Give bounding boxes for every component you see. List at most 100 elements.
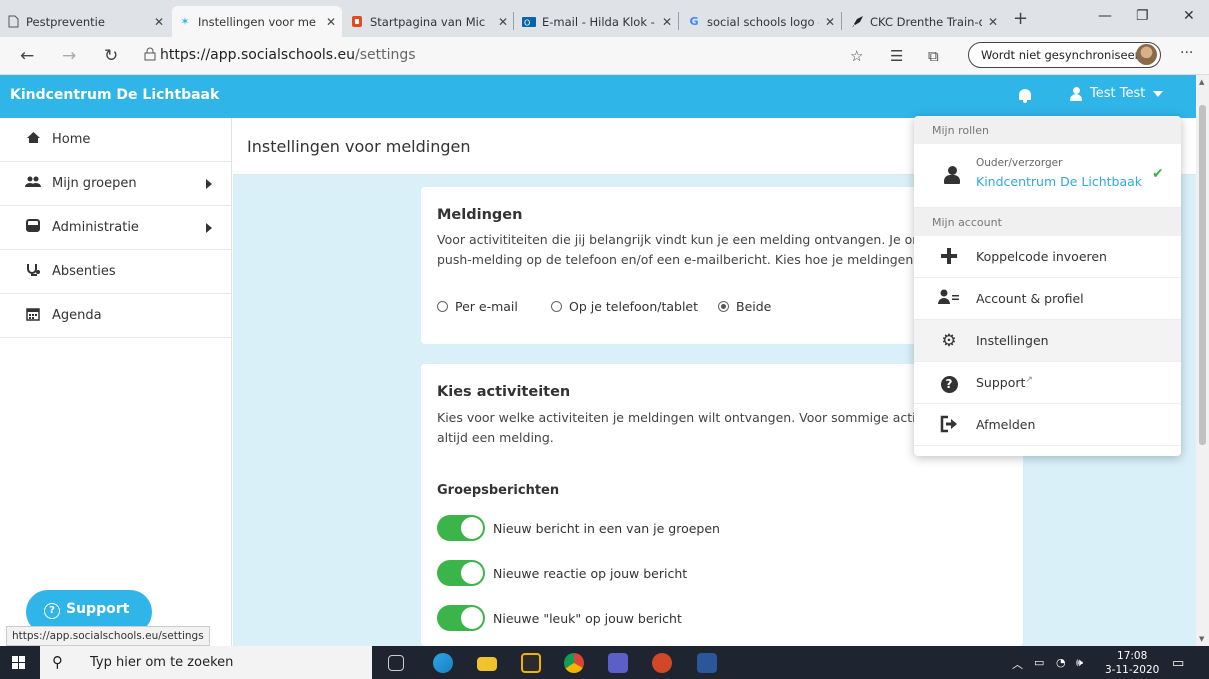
sidebar-item-absenties[interactable]: Absenties: [0, 250, 231, 294]
edge-icon[interactable]: [433, 653, 453, 673]
sidebar-item-label: Home: [52, 132, 91, 147]
task-view-icon[interactable]: [388, 655, 404, 671]
plus-icon: [938, 247, 960, 267]
menu-item-koppelcode[interactable]: Koppelcode invoeren: [914, 236, 1181, 278]
word-icon[interactable]: [697, 653, 717, 673]
radio-label: Beide: [736, 299, 772, 314]
more-menu-icon[interactable]: ···: [1180, 45, 1193, 61]
powerpoint-icon[interactable]: [652, 653, 672, 673]
menu-item-label: Instellingen: [976, 333, 1049, 348]
favorites-list-icon[interactable]: ☰: [890, 47, 903, 65]
question-circle-icon: ?: [938, 373, 960, 393]
restore-button[interactable]: ❐: [1136, 8, 1149, 24]
taskbar-clock[interactable]: 17:08 3-11-2020: [1105, 649, 1159, 677]
bell-icon[interactable]: [1018, 87, 1032, 103]
profile-sync-button[interactable]: Wordt niet gesynchroniseerd: [968, 42, 1161, 68]
toggle-row-nieuw-bericht: Nieuw bericht in een van je groepen: [437, 515, 720, 541]
taskbar-search-input[interactable]: ⚲ Typ hier om te zoeken: [40, 646, 372, 679]
google-icon: G: [689, 15, 699, 28]
user-menu-toggle[interactable]: Test Test: [1070, 86, 1164, 101]
close-window-button[interactable]: ✕: [1183, 8, 1195, 24]
sidebar-item-mijn-groepen[interactable]: Mijn groepen: [0, 162, 231, 206]
toggle-switch[interactable]: [437, 515, 485, 541]
browser-tab-strip: Pestpreventie ✕ ✶ Instellingen voor me ✕…: [0, 0, 1209, 37]
store-icon[interactable]: [521, 653, 541, 673]
close-icon[interactable]: ✕: [154, 15, 164, 29]
page-icon: [6, 15, 20, 29]
user-name: Test Test: [1090, 86, 1146, 101]
toggle-label: Nieuw bericht in een van je groepen: [493, 520, 720, 536]
new-tab-button[interactable]: +: [1013, 8, 1028, 29]
role-item[interactable]: Ouder/verzorger Kindcentrum De Lichtbaak…: [914, 144, 1181, 208]
menu-item-label: Koppelcode invoeren: [976, 249, 1107, 264]
sidebar-item-home[interactable]: Home: [0, 118, 231, 162]
close-icon[interactable]: ✕: [988, 15, 998, 29]
volume-icon[interactable]: 🕪: [1076, 656, 1083, 670]
tab-ckc[interactable]: CKC Drenthe Train-d ✕: [844, 6, 1004, 37]
wifi-icon[interactable]: ◔: [1056, 656, 1066, 669]
tray-chevron-icon[interactable]: ︿: [1012, 656, 1023, 672]
home-icon: [24, 131, 42, 148]
radio-beide[interactable]: Beide: [718, 299, 771, 314]
sidebar-item-agenda[interactable]: Agenda: [0, 294, 231, 338]
collections-icon[interactable]: ⧉: [928, 47, 939, 65]
scroll-down-icon[interactable]: ▼: [1199, 635, 1204, 643]
favorite-star-icon[interactable]: ☆: [850, 47, 863, 65]
close-icon[interactable]: ✕: [825, 15, 835, 29]
notifications-icon[interactable]: ▭: [1172, 656, 1184, 671]
stethoscope-icon: [24, 263, 42, 281]
menu-item-support[interactable]: ? Support↗: [914, 362, 1181, 404]
office-icon: [350, 15, 364, 29]
file-explorer-icon[interactable]: [477, 657, 497, 671]
scroll-thumb[interactable]: [1199, 105, 1206, 445]
menu-item-instellingen[interactable]: ⚙ Instellingen: [914, 320, 1181, 362]
close-icon[interactable]: ✕: [662, 15, 672, 29]
url-input[interactable]: https://app.socialschools.eu/settings: [160, 47, 416, 63]
activiteiten-description-line2: altijd een melding.: [437, 430, 554, 445]
scroll-up-icon[interactable]: ▲: [1199, 78, 1204, 86]
tab-email[interactable]: O E-mail - Hilda Klok - ✕: [516, 6, 678, 37]
tab-pestpreventie[interactable]: Pestpreventie ✕: [0, 6, 170, 37]
refresh-icon[interactable]: ↻: [104, 46, 118, 66]
url-host: https://app.socialschools.eu: [160, 47, 356, 63]
back-arrow-icon[interactable]: ←: [20, 46, 34, 66]
windows-start-icon[interactable]: [12, 656, 26, 670]
external-link-icon: ↗: [1025, 375, 1033, 385]
lock-icon: [144, 47, 156, 65]
role-school: Kindcentrum De Lichtbaak: [976, 174, 1143, 189]
sidebar: Home Mijn groepen Administratie Absentie…: [0, 118, 232, 646]
radio-telefoon[interactable]: Op je telefoon/tablet: [551, 299, 698, 314]
menu-item-account-profiel[interactable]: Account & profiel: [914, 278, 1181, 320]
chrome-icon[interactable]: [564, 653, 584, 673]
url-path: /settings: [355, 47, 416, 63]
tab-google[interactable]: G social schools logo - ✕: [681, 6, 841, 37]
clock-date: 3-11-2020: [1105, 664, 1160, 676]
battery-icon[interactable]: ▭: [1034, 656, 1044, 669]
close-icon[interactable]: ✕: [326, 15, 336, 29]
sidebar-item-administratie[interactable]: Administratie: [0, 206, 231, 250]
tab-instellingen[interactable]: ✶ Instellingen voor me ✕: [172, 6, 342, 37]
clock-time: 17:08: [1117, 650, 1148, 662]
radio-circle-icon: [551, 301, 562, 312]
menu-item-afmelden[interactable]: Afmelden: [914, 404, 1181, 446]
toggle-switch[interactable]: [437, 560, 485, 586]
tab-office[interactable]: Startpagina van Mic ✕: [344, 6, 514, 37]
activiteiten-title: Kies activiteiten: [437, 384, 571, 400]
toggle-switch[interactable]: [437, 605, 485, 631]
user-dropdown-menu: Mijn rollen Ouder/verzorger Kindcentrum …: [914, 116, 1181, 456]
tab-label: social schools logo -: [707, 14, 819, 29]
minimize-button[interactable]: —: [1098, 8, 1112, 24]
support-label: Support: [66, 601, 130, 617]
forward-arrow-icon[interactable]: →: [62, 46, 76, 66]
sidebar-item-label: Mijn groepen: [52, 176, 137, 191]
account-profile-icon: [938, 289, 960, 309]
vertical-scrollbar[interactable]: ▲ ▼: [1196, 75, 1209, 646]
socialschools-icon: ✶: [180, 15, 190, 28]
menu-item-label: Account & profiel: [976, 291, 1084, 306]
radio-per-email[interactable]: Per e-mail: [437, 299, 518, 314]
user-icon: [944, 166, 960, 188]
brand-title[interactable]: Kindcentrum De Lichtbaak: [10, 87, 219, 103]
close-icon[interactable]: ✕: [498, 15, 508, 29]
teams-icon[interactable]: [608, 653, 628, 673]
svg-text:O: O: [524, 18, 530, 27]
